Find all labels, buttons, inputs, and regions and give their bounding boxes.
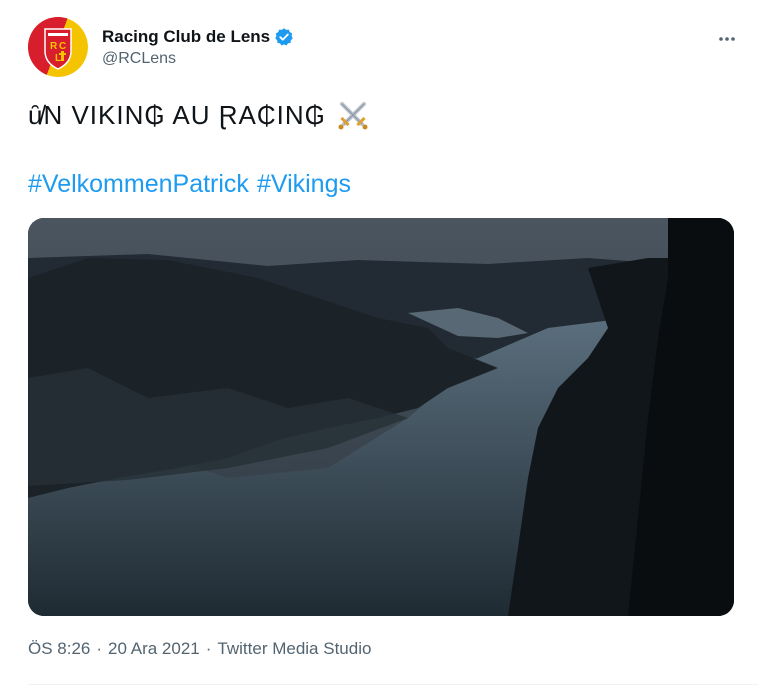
- video-thumbnail[interactable]: [28, 218, 734, 616]
- rc-lens-crest-icon: R C L: [28, 17, 88, 77]
- avatar[interactable]: R C L: [28, 17, 88, 77]
- crest-letter-r: R: [50, 41, 58, 52]
- tweet-card: R C L Racing Club de Lens @RCLens ȗ̸N VI…: [0, 0, 778, 687]
- crest-letter-c: C: [59, 41, 66, 52]
- handle[interactable]: @RCLens: [102, 50, 294, 68]
- tweet-header: R C L Racing Club de Lens @RCLens: [28, 16, 758, 78]
- meta-separator: ·: [205, 639, 212, 658]
- tweet-date[interactable]: 20 Ara 2021: [108, 639, 200, 659]
- more-options-icon[interactable]: [710, 22, 744, 56]
- tweet-meta: ÖS 8:26 · 20 Ara 2021 · Twitter Media St…: [28, 639, 371, 659]
- tweet-source[interactable]: Twitter Media Studio: [217, 639, 371, 659]
- hashtag-line: #VelkommenPatrick #Vikings: [28, 170, 351, 199]
- tweet-text: ȗ̸N VIKIN₲ AU ⱤA₵IN₲: [28, 99, 326, 130]
- display-name[interactable]: Racing Club de Lens: [102, 27, 270, 47]
- display-name-row: Racing Club de Lens: [102, 27, 294, 47]
- hashtag-vikings[interactable]: #Vikings: [257, 170, 351, 199]
- crossed-swords-icon: [336, 98, 370, 132]
- tweet-text-line: ȗ̸N VIKIN₲ AU ⱤA₵IN₲: [28, 98, 370, 132]
- verified-badge-icon: [274, 27, 294, 47]
- divider: [28, 684, 758, 685]
- meta-separator: ·: [96, 639, 103, 658]
- tweet-time[interactable]: ÖS 8:26: [28, 639, 90, 659]
- fjord-video-thumbnail: [28, 218, 734, 616]
- author-names: Racing Club de Lens @RCLens: [102, 27, 294, 68]
- hashtag-velkommenpatrick[interactable]: #VelkommenPatrick: [28, 170, 249, 199]
